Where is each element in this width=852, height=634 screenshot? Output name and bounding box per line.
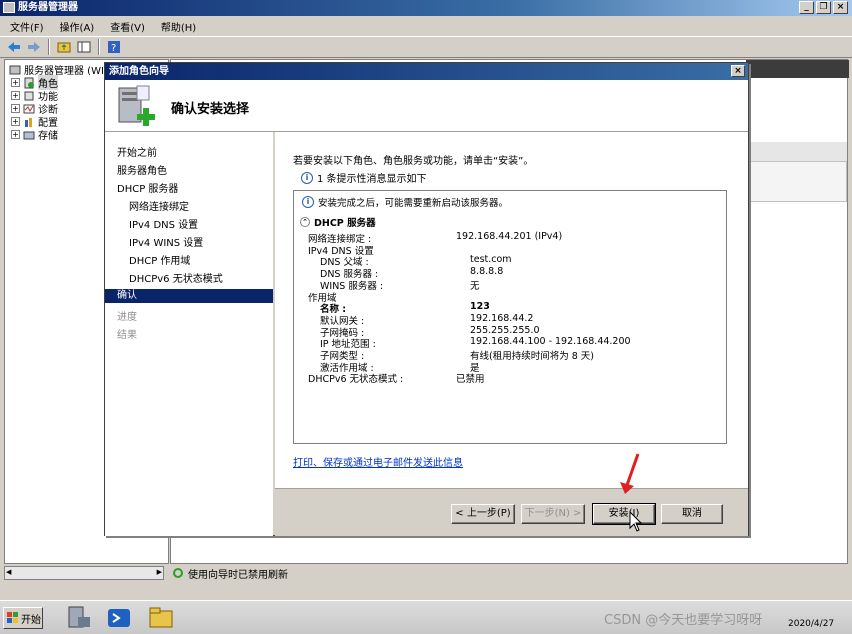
menu-file[interactable]: 文件(F) (10, 19, 44, 34)
confirmation-content: 若要安装以下角色、角色服务或功能，请单击“安装”。 i 1 条提示性消息显示如下… (275, 132, 748, 488)
show-hide-tree-icon[interactable] (76, 39, 92, 55)
step-dhcp-scope[interactable]: DHCP 作用域 (129, 252, 190, 267)
window-title: 服务器管理器 (18, 2, 78, 13)
diagnostics-icon (23, 104, 35, 113)
menu-help[interactable]: 帮助(H) (161, 19, 196, 34)
expand-icon[interactable]: + (11, 78, 20, 87)
step-server-roles[interactable]: 服务器角色 (117, 162, 167, 177)
dialog-heading: 确认安装选择 (171, 102, 250, 117)
dialog-close-button[interactable]: × (731, 65, 745, 77)
collapse-icon[interactable]: ⌃ (300, 217, 310, 227)
annotation-arrow (620, 453, 643, 532)
features-icon (24, 91, 34, 100)
window-titlebar: 服务器管理器 _ ❐ × (0, 0, 852, 16)
server-manager-icon (3, 2, 15, 13)
expand-icon[interactable]: + (11, 117, 20, 126)
detail-value: 有线(租用持续时间将为 8 天) (470, 351, 594, 362)
step-results: 结果 (117, 330, 137, 341)
scroll-left-icon[interactable]: ◀ (6, 568, 11, 576)
actions-panel-header (747, 142, 847, 162)
step-network-binding[interactable]: 网络连接绑定 (129, 198, 189, 213)
storage-icon (23, 131, 35, 139)
detail-value: 255.255.255.0 (470, 324, 540, 336)
expand-icon[interactable]: + (11, 91, 20, 100)
server-manager-taskbar-icon[interactable] (66, 605, 92, 631)
step-ipv4-wins[interactable]: IPv4 WINS 设置 (129, 234, 203, 249)
print-save-email-link[interactable]: 打印、保存或通过电子邮件发送此信息 (293, 454, 463, 469)
info-icon: i (301, 171, 313, 184)
help-icon[interactable]: ? (106, 39, 122, 55)
step-before-you-begin[interactable]: 开始之前 (117, 144, 157, 159)
taskbar: 开始 CSDN @今天也要学习呀呀 2020/4/27 (0, 600, 852, 634)
close-button[interactable]: × (833, 1, 848, 14)
detail-value: 123 (470, 301, 490, 313)
step-dhcp-server[interactable]: DHCP 服务器 (117, 180, 178, 195)
up-folder-icon[interactable] (56, 39, 72, 55)
toolbar-separator (98, 39, 100, 55)
detail-value: 192.168.44.100 - 192.168.44.200 (470, 336, 631, 348)
section-header-dhcp[interactable]: ⌃ DHCP 服务器 (300, 215, 376, 229)
actions-header (746, 60, 849, 78)
watermark: CSDN @今天也要学习呀呀 (604, 613, 763, 628)
forward-arrow-icon[interactable] (26, 39, 42, 55)
start-button[interactable]: 开始 (3, 607, 43, 629)
file-explorer-icon[interactable] (148, 605, 174, 631)
toolbar: ? (0, 36, 852, 58)
back-arrow-icon[interactable] (6, 39, 22, 55)
detail-value: 192.168.44.2 (470, 312, 534, 324)
menubar: 文件(F) 操作(A) 查看(V) 帮助(H) (0, 16, 852, 36)
restore-button[interactable]: ❐ (816, 1, 831, 14)
refresh-icon (173, 568, 183, 578)
previous-button[interactable]: < 上一步(P) (451, 504, 515, 524)
instruction-text: 若要安装以下角色、角色服务或功能，请单击“安装”。 (293, 156, 534, 167)
server-icon (9, 65, 21, 74)
cancel-button[interactable]: 取消 (661, 504, 723, 524)
scroll-right-icon[interactable]: ▶ (157, 568, 162, 576)
detail-value: 已禁用 (456, 374, 485, 386)
tree-item-storage[interactable]: + 存储 (11, 127, 58, 142)
add-roles-wizard: 添加角色向导 × 确认安装选择 开始之前 服务器角色 DHCP 服务器 网络连接… (104, 62, 749, 536)
expand-icon[interactable]: + (11, 130, 20, 139)
dialog-titlebar: 添加角色向导 × (105, 63, 748, 80)
toolbar-separator (48, 39, 50, 55)
menu-action[interactable]: 操作(A) (60, 19, 95, 34)
confirmation-details: i 安装完成之后，可能需要重新启动该服务器。 ⌃ DHCP 服务器 网络连接绑定… (293, 190, 727, 444)
minimize-button[interactable]: _ (799, 1, 814, 14)
step-ipv4-dns[interactable]: IPv4 DNS 设置 (129, 216, 198, 231)
detail-value: 192.168.44.201 (IPv4) (456, 231, 563, 242)
next-button: 下一步(N) > (521, 504, 585, 524)
dialog-header: 确认安装选择 (105, 80, 748, 132)
step-confirmation[interactable]: 确认 (105, 289, 273, 303)
powershell-icon[interactable] (106, 605, 132, 631)
server-role-icon (118, 85, 155, 126)
status-bar: 使用向导时已禁用刷新 (168, 564, 848, 582)
detail-value: 无 (470, 280, 480, 292)
info-count-text: 1 条提示性消息显示如下 (317, 174, 427, 185)
expand-icon[interactable]: + (11, 104, 20, 113)
dialog-title: 添加角色向导 (109, 66, 169, 77)
svg-text:?: ? (111, 43, 116, 54)
configuration-icon (25, 117, 32, 127)
info-icon: i (302, 196, 314, 208)
step-dhcpv6-stateless[interactable]: DHCPv6 无状态模式 (129, 270, 223, 285)
detail-label: DHCPv6 无状态模式 : (308, 374, 404, 386)
status-text: 使用向导时已禁用刷新 (188, 569, 288, 581)
detail-value: 8.8.8.8 (470, 266, 504, 278)
restart-notice: i 安装完成之后，可能需要重新启动该服务器。 (302, 195, 508, 209)
step-progress: 进度 (117, 312, 137, 323)
detail-value: test.com (470, 254, 512, 266)
wizard-steps: 开始之前 服务器角色 DHCP 服务器 网络连接绑定 IPv4 DNS 设置 I… (105, 132, 273, 536)
info-summary: i 1 条提示性消息显示如下 (301, 170, 427, 185)
windows-logo-icon (7, 612, 18, 623)
horizontal-scrollbar[interactable]: ◀ ▶ (4, 566, 164, 580)
clock: 2020/4/27 (788, 619, 835, 629)
menu-view[interactable]: 查看(V) (110, 19, 145, 34)
roles-icon (24, 77, 34, 88)
button-bar: < 上一步(P) 下一步(N) > 安装(I) 取消 (275, 488, 748, 536)
